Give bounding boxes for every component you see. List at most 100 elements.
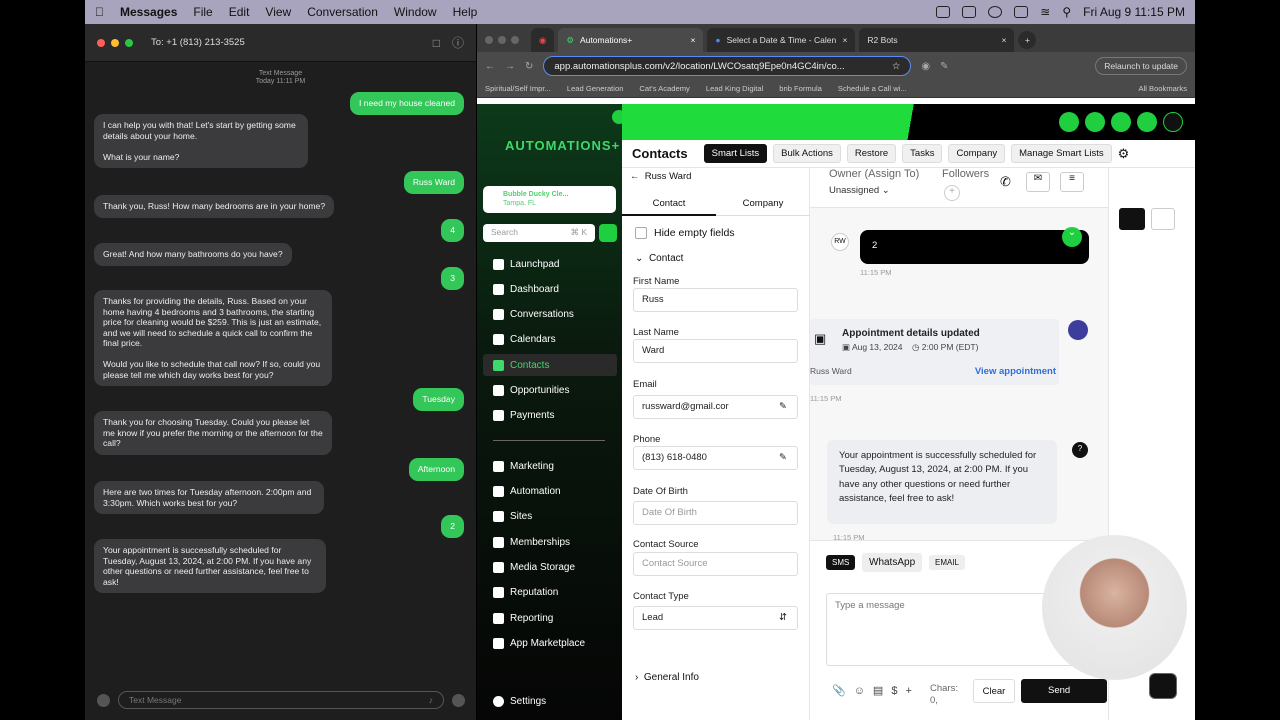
all-bookmarks[interactable]: All Bookmarks (1138, 84, 1187, 93)
back-icon[interactable]: ← (485, 61, 495, 72)
back-icon[interactable]: ← (630, 171, 640, 182)
bookmark[interactable]: Schedule a Call wi... (838, 84, 907, 93)
relaunch-button[interactable]: Relaunch to update (1095, 57, 1187, 75)
tab-contact[interactable]: Contact (622, 192, 716, 216)
help-icon[interactable] (1137, 112, 1157, 132)
clock[interactable]: Fri Aug 9 11:15 PM (1083, 5, 1185, 19)
user-add-icon[interactable] (599, 224, 617, 242)
section-general-info[interactable]: › General Info (635, 672, 699, 683)
nav-contacts[interactable]: Contacts (483, 354, 617, 376)
manage-smart-lists-button[interactable]: Manage Smart Lists (1011, 144, 1112, 163)
tab-r2bots[interactable]: R2 Bots × (859, 28, 1015, 52)
nav-launchpad[interactable]: Launchpad (493, 259, 560, 270)
tab-calendar[interactable]: ● Select a Date & Time - Calen × (707, 28, 856, 52)
source-field[interactable]: Contact Source (633, 552, 798, 576)
wifi-icon[interactable]: ≊ (1040, 5, 1050, 19)
nav-settings[interactable]: Settings (493, 696, 546, 707)
location-switcher[interactable]: Bubble Ducky Cle... Tampa, FL (483, 186, 616, 213)
edit-icon[interactable]: ✎ (779, 401, 787, 412)
nav-reputation[interactable]: Reputation (493, 587, 558, 598)
minimize-button[interactable] (498, 36, 506, 44)
channel-whatsapp[interactable]: WhatsApp (862, 553, 923, 572)
menu-app-name[interactable]: Messages (120, 5, 177, 19)
add-follower-button[interactable]: + (944, 185, 960, 201)
expand-icon[interactable]: ⌄ (1062, 227, 1082, 247)
bubble-out[interactable]: Tuesday (413, 388, 464, 411)
clock-icon[interactable] (1119, 208, 1145, 230)
extension-icon[interactable]: ✎ (940, 61, 948, 72)
bubble-out[interactable]: I need my house cleaned (349, 92, 464, 115)
clear-button[interactable]: Clear (973, 679, 1015, 703)
bookmark[interactable]: bnb Formula (779, 84, 822, 93)
bubble-out[interactable]: 3 (441, 267, 464, 290)
restore-button[interactable]: Restore (846, 144, 897, 163)
gear-icon[interactable]: ⚙ (1118, 146, 1130, 162)
minimize-button[interactable] (111, 38, 119, 47)
first-name-field[interactable]: Russ (633, 288, 798, 312)
menu-view[interactable]: View (265, 5, 291, 19)
message-input[interactable]: Text Message ♪ (118, 691, 444, 709)
phone-field[interactable]: (813) 618-0480 ✎ (633, 446, 798, 470)
forward-icon[interactable]: → (505, 61, 515, 72)
bookmark[interactable]: Lead King Digital (706, 84, 763, 93)
search-input[interactable]: Search ⌘ K (483, 224, 595, 242)
video-icon[interactable]: □ (433, 36, 440, 50)
audio-icon[interactable]: ♪ (429, 695, 433, 705)
section-contact[interactable]: ⌄ Contact (635, 253, 683, 264)
company-button[interactable]: Company (948, 144, 1006, 163)
filter-icon[interactable]: ≡ (1060, 172, 1084, 192)
nav-app-marketplace[interactable]: App Marketplace (493, 638, 585, 649)
bell-icon[interactable] (1111, 112, 1131, 132)
bookmark[interactable]: Lead Generation (567, 84, 624, 93)
recipient[interactable]: To: +1 (813) 213-3525 (151, 37, 245, 48)
close-icon[interactable]: × (842, 35, 847, 45)
nav-memberships[interactable]: Memberships (493, 537, 570, 548)
reload-icon[interactable]: ↻ (525, 61, 533, 72)
tab-company[interactable]: Company (716, 192, 810, 216)
bubble-in[interactable]: Thank you, Russ! How many bedrooms are i… (94, 195, 335, 218)
edit-icon[interactable]: ✎ (779, 452, 787, 463)
send-button[interactable]: Send (1021, 679, 1107, 703)
zoom-button[interactable] (511, 36, 519, 44)
message-bubble[interactable]: Your appointment is successfully schedul… (827, 440, 1057, 524)
channel-email[interactable]: EMAIL (929, 555, 966, 570)
menu-file[interactable]: File (193, 5, 212, 19)
extension-icon[interactable]: ◉ (921, 61, 930, 72)
nav-marketing[interactable]: Marketing (493, 461, 554, 472)
type-select[interactable]: Lead ⇵ (633, 606, 798, 630)
nav-media-storage[interactable]: Media Storage (493, 562, 575, 573)
view-appointment-link[interactable]: View appointment (975, 366, 1056, 377)
nav-calendars[interactable]: Calendars (493, 334, 556, 345)
bubble-in[interactable]: Great! And how many bathrooms do you hav… (94, 243, 292, 266)
message-bubble[interactable]: 2 (860, 230, 1089, 264)
nav-sites[interactable]: Sites (493, 511, 532, 522)
url-field[interactable]: app.automationsplus.com/v2/location/LWCO… (543, 56, 912, 76)
nav-conversations[interactable]: Conversations (493, 309, 574, 320)
close-icon[interactable]: × (1001, 35, 1006, 45)
chat-widget-icon[interactable] (1149, 673, 1177, 699)
nav-payments[interactable]: Payments (493, 410, 554, 421)
bookmark[interactable]: Cat's Academy (639, 84, 689, 93)
hide-empty-toggle[interactable]: Hide empty fields (635, 227, 735, 239)
close-button[interactable] (485, 36, 493, 44)
bubble-in[interactable]: Thanks for providing the details, Russ. … (94, 290, 332, 386)
bubble-in[interactable]: Thank you for choosing Tuesday. Could yo… (94, 411, 332, 455)
smart-lists-button[interactable]: Smart Lists (703, 144, 768, 163)
info-icon[interactable]: ⓘ (452, 34, 464, 51)
new-tab-button[interactable]: + (1018, 31, 1037, 49)
control-center-icon[interactable] (962, 6, 977, 18)
menu-help[interactable]: Help (453, 5, 478, 19)
last-name-field[interactable]: Ward (633, 339, 798, 363)
nav-opportunities[interactable]: Opportunities (493, 385, 569, 396)
battery-icon[interactable] (1014, 6, 1029, 18)
tab-record[interactable]: ◉ (531, 28, 555, 52)
phone-icon[interactable] (1059, 112, 1079, 132)
megaphone-icon[interactable] (1085, 112, 1105, 132)
help-icon[interactable]: ? (1072, 442, 1088, 458)
phone-icon[interactable]: ✆ (1000, 174, 1011, 190)
bulk-actions-button[interactable]: Bulk Actions (773, 144, 841, 163)
tasks-button[interactable]: Tasks (902, 144, 943, 163)
email-icon[interactable]: ✉ (1026, 172, 1050, 192)
bubble-out[interactable]: Russ Ward (403, 171, 464, 194)
play-icon[interactable] (988, 6, 1003, 18)
